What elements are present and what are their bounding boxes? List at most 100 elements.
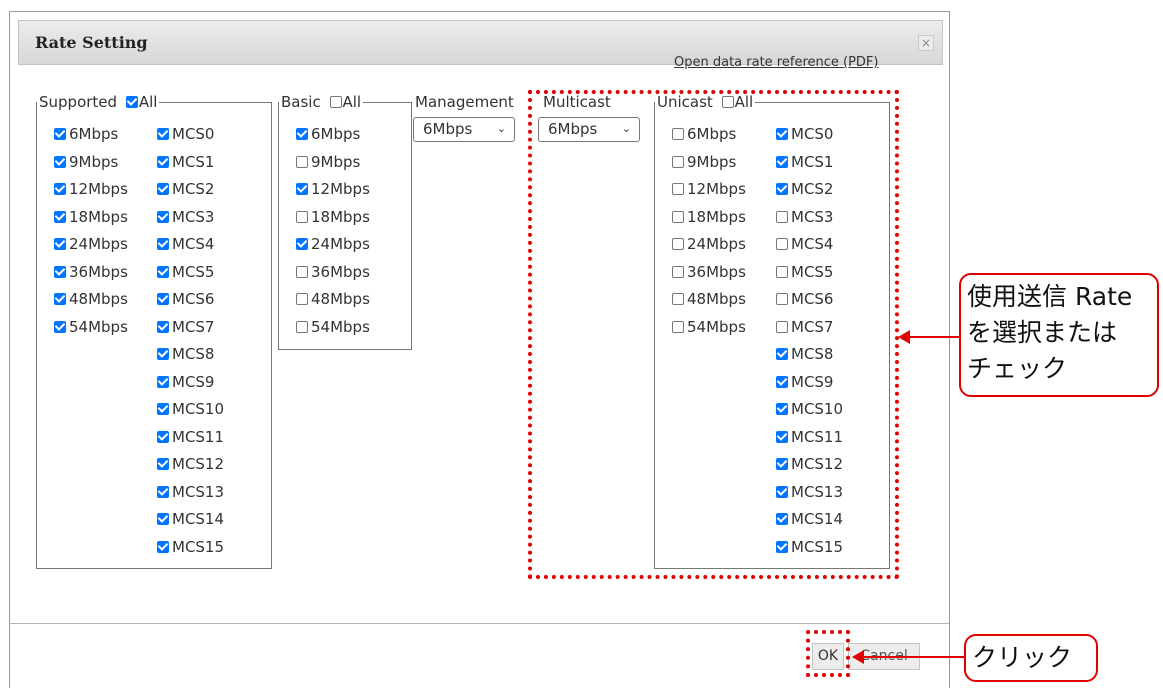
checkbox[interactable] (157, 375, 169, 388)
checkbox-item[interactable]: MCS0 (157, 125, 214, 143)
checkbox-label: MCS1 (172, 152, 215, 171)
checkbox-label: MCS9 (172, 372, 215, 391)
checkbox-label: 9Mbps (311, 152, 361, 171)
checkbox-label: 54Mbps (311, 317, 370, 336)
checkbox[interactable] (157, 155, 169, 168)
dialog-title: Rate Setting (35, 33, 148, 52)
checkbox-label: 9Mbps (69, 152, 119, 171)
checkbox[interactable] (157, 210, 169, 223)
management-value: 6Mbps (423, 120, 473, 138)
checkbox[interactable] (296, 155, 308, 168)
checkbox[interactable] (157, 320, 169, 333)
checkbox[interactable] (157, 513, 169, 525)
checkbox-item[interactable]: MCS1 (157, 153, 214, 171)
checkbox[interactable] (157, 430, 169, 443)
checkbox[interactable] (157, 293, 169, 305)
management-label: Management (415, 93, 514, 111)
checkbox-item[interactable]: 54Mbps (296, 318, 370, 336)
checkbox-item[interactable]: MCS13 (157, 483, 224, 501)
checkbox[interactable] (157, 128, 169, 140)
checkbox[interactable] (54, 128, 66, 140)
rate-note-line2: を選択または (967, 318, 1118, 347)
management-select[interactable]: 6Mbps ⌄ (413, 117, 515, 142)
checkbox-item[interactable]: MCS7 (157, 318, 214, 336)
rate-highlight-box (528, 90, 899, 579)
checkbox-item[interactable]: MCS12 (157, 455, 224, 473)
checkbox-item[interactable]: 36Mbps (54, 263, 128, 281)
checkbox-item[interactable]: 54Mbps (54, 318, 128, 336)
click-annotation-callout: クリック (964, 634, 1098, 682)
checkbox-item[interactable]: MCS5 (157, 263, 214, 281)
checkbox-item[interactable]: 24Mbps (296, 235, 370, 253)
data-rate-reference-link[interactable]: Open data rate reference (PDF) (674, 55, 878, 70)
checkbox[interactable] (54, 210, 66, 223)
checkbox-item[interactable]: 6Mbps (296, 125, 360, 143)
checkbox-item[interactable]: MCS8 (157, 345, 214, 363)
checkbox-item[interactable]: 12Mbps (296, 180, 370, 198)
basic-all-checkbox[interactable] (329, 96, 342, 108)
checkbox[interactable] (296, 238, 308, 250)
checkbox-item[interactable]: MCS6 (157, 290, 214, 308)
checkbox-label: MCS14 (172, 510, 225, 528)
checkbox[interactable] (54, 265, 66, 278)
basic-all-label: All (342, 93, 362, 111)
footer-divider (9, 623, 949, 624)
checkbox-item[interactable]: 18Mbps (54, 208, 128, 226)
checkbox[interactable] (157, 403, 169, 415)
checkbox-label: MCS7 (172, 317, 215, 336)
checkbox-item[interactable]: 9Mbps (296, 153, 360, 171)
checkbox[interactable] (296, 293, 308, 305)
chevron-down-icon: ⌄ (496, 122, 506, 135)
checkbox-item[interactable]: MCS2 (157, 180, 214, 198)
checkbox-label: MCS4 (172, 235, 215, 253)
checkbox[interactable] (296, 265, 308, 278)
checkbox-item[interactable]: 12Mbps (54, 180, 128, 198)
checkbox-item[interactable]: MCS9 (157, 373, 214, 391)
checkbox[interactable] (157, 540, 169, 553)
checkbox-item[interactable]: 36Mbps (296, 263, 370, 281)
checkbox-item[interactable]: 6Mbps (54, 125, 118, 143)
checkbox-item[interactable]: 24Mbps (54, 235, 128, 253)
checkbox-item[interactable]: MCS3 (157, 208, 214, 226)
checkbox-label: MCS6 (172, 290, 215, 308)
checkbox-item[interactable]: 9Mbps (54, 153, 118, 171)
checkbox-label: 12Mbps (69, 180, 128, 198)
checkbox[interactable] (54, 183, 66, 195)
checkbox-item[interactable]: 48Mbps (296, 290, 370, 308)
checkbox[interactable] (157, 458, 169, 470)
checkbox-item[interactable]: MCS14 (157, 510, 224, 528)
checkbox[interactable] (157, 265, 169, 278)
click-arrow-line (860, 656, 964, 658)
checkbox[interactable] (54, 320, 66, 333)
supported-all-checkbox[interactable] (125, 96, 138, 108)
checkbox[interactable] (54, 155, 66, 168)
checkbox[interactable] (157, 348, 169, 360)
checkbox-item[interactable]: 48Mbps (54, 290, 128, 308)
close-icon[interactable]: × (918, 35, 934, 51)
checkbox-label: MCS15 (172, 537, 225, 556)
rate-note-line1: 使用送信 Rate (967, 282, 1133, 311)
checkbox[interactable] (54, 238, 66, 250)
checkbox-label: MCS11 (172, 427, 225, 446)
checkbox[interactable] (296, 183, 308, 195)
checkbox[interactable] (157, 238, 169, 250)
checkbox-item[interactable]: MCS15 (157, 538, 224, 556)
checkbox-label: 6Mbps (69, 125, 119, 143)
checkbox-item[interactable]: 18Mbps (296, 208, 370, 226)
checkbox[interactable] (54, 293, 66, 305)
checkbox-label: 12Mbps (311, 180, 370, 198)
checkbox-label: MCS3 (172, 207, 215, 226)
checkbox-label: 18Mbps (311, 207, 370, 226)
checkbox[interactable] (157, 183, 169, 195)
checkbox-label: MCS10 (172, 400, 225, 418)
checkbox[interactable] (296, 128, 308, 140)
checkbox[interactable] (296, 320, 308, 333)
checkbox[interactable] (296, 210, 308, 223)
checkbox-label: MCS5 (172, 262, 215, 281)
checkbox-item[interactable]: MCS11 (157, 428, 224, 446)
checkbox-item[interactable]: MCS4 (157, 235, 214, 253)
basic-legend: Basic All (279, 93, 364, 111)
checkbox-label: MCS12 (172, 455, 225, 473)
checkbox-item[interactable]: MCS10 (157, 400, 224, 418)
checkbox[interactable] (157, 485, 169, 498)
